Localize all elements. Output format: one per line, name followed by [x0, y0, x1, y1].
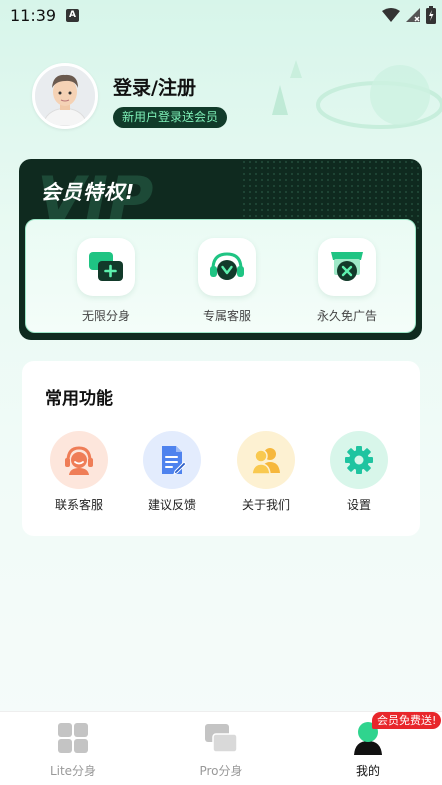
settings-button[interactable]: 设置: [319, 431, 399, 513]
notification-icon: A: [66, 9, 79, 22]
battery-icon: [426, 6, 436, 24]
common-functions-title: 常用功能: [45, 389, 113, 409]
settings-icon: [330, 431, 388, 489]
promo-badge: 会员免费送!: [372, 712, 442, 729]
windows-icon: [204, 721, 238, 755]
tab-label: Lite分身: [49, 764, 97, 778]
feedback-button[interactable]: 建议反馈: [132, 431, 212, 513]
status-time: 11:39: [10, 6, 57, 25]
headset-icon: [198, 238, 256, 296]
tab-label: 我的: [355, 764, 380, 778]
tab-lite-clone[interactable]: Lite分身: [18, 712, 128, 785]
vip-benefits-panel: 无限分身 专属客服 永久免广告: [25, 219, 416, 333]
tab-pro-clone[interactable]: Pro分身: [166, 712, 276, 785]
wifi-icon: [382, 8, 400, 22]
vip-title: 会员特权!: [41, 180, 136, 204]
vip-item-exclusive-service[interactable]: 专属客服: [187, 238, 267, 324]
plus-icon: [77, 238, 135, 296]
vip-item-no-ads[interactable]: 永久免广告: [307, 238, 387, 324]
avatar[interactable]: [32, 63, 98, 129]
func-label: 设置: [346, 498, 371, 512]
func-label: 联系客服: [54, 498, 103, 512]
customer-service-icon: [50, 431, 108, 489]
login-register-link[interactable]: 登录/注册: [113, 73, 196, 100]
contact-service-button[interactable]: 联系客服: [39, 431, 119, 513]
vip-label: 无限分身: [81, 309, 130, 323]
vip-privileges-card[interactable]: VIP 会员特权! 无限分身 专属客服 永久免广告: [19, 159, 422, 340]
func-label: 关于我们: [241, 498, 290, 512]
grid-icon: [56, 721, 90, 755]
about-us-button[interactable]: 关于我们: [226, 431, 306, 513]
new-user-badge[interactable]: 新用户登录送会员: [113, 107, 228, 128]
signal-icon: [406, 8, 420, 22]
no-ads-icon: [318, 238, 376, 296]
planet-decoration: [272, 60, 442, 129]
avatar-image: [35, 66, 95, 126]
status-bar: 11:39 A: [0, 0, 442, 30]
status-icons: [382, 6, 436, 24]
about-us-icon: [237, 431, 295, 489]
common-functions-card: 常用功能 联系客服 建议反馈 关于我们 设置: [22, 361, 420, 536]
vip-label: 永久免广告: [316, 309, 377, 323]
func-label: 建议反馈: [147, 498, 196, 512]
feedback-icon: [143, 431, 201, 489]
tab-label: Pro分身: [199, 764, 243, 778]
vip-label: 专属客服: [202, 309, 251, 323]
vip-item-unlimited-clones[interactable]: 无限分身: [66, 238, 146, 324]
